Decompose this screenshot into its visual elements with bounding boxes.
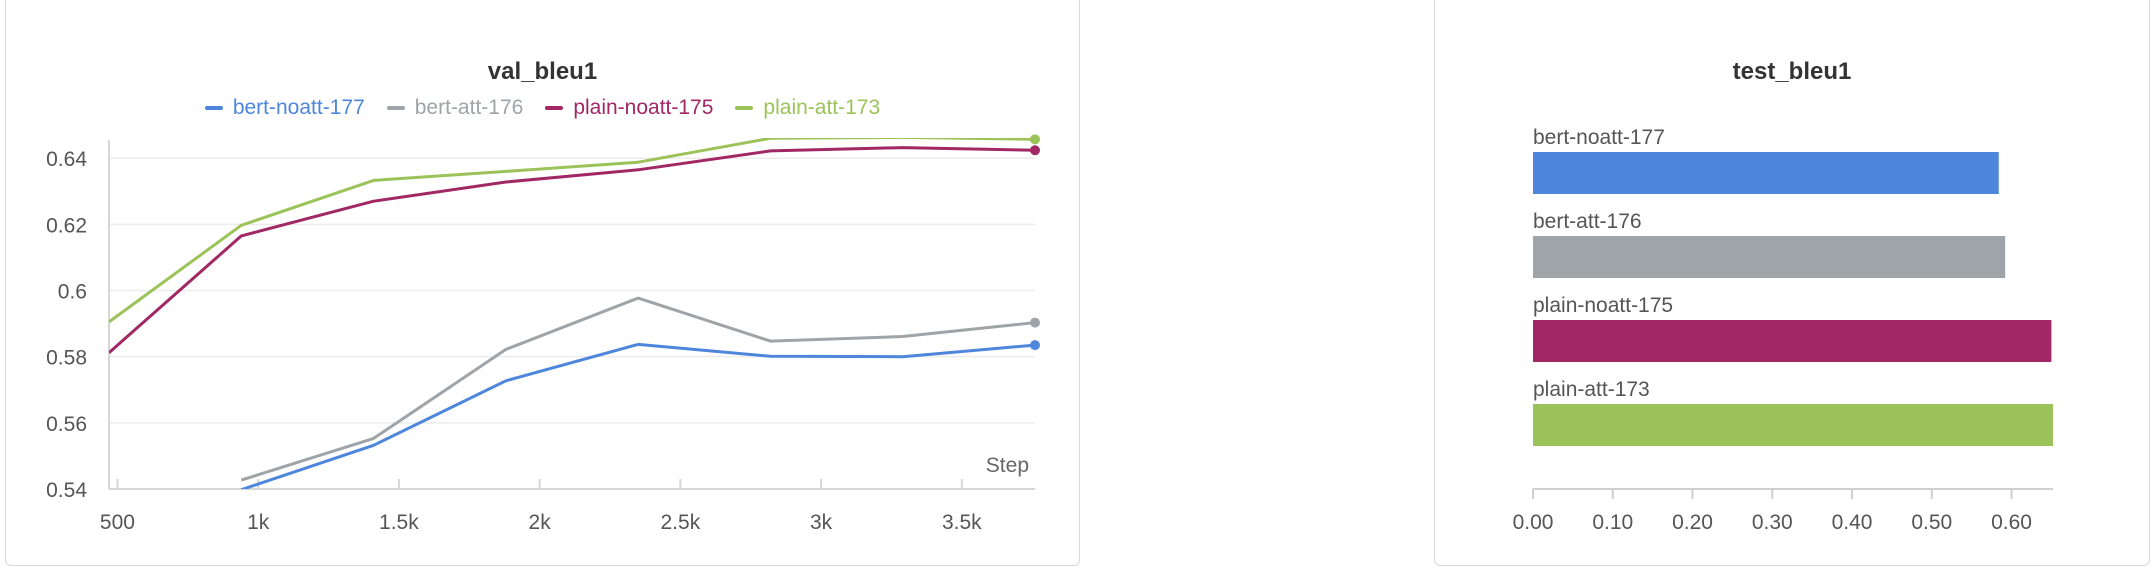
bar-plain-att-173 (1533, 404, 2053, 446)
bar-chart: bert-noatt-177 bert-att-176 plain-noatt-17… (1513, 126, 2053, 534)
x-tick-label: 3.5k (942, 511, 982, 534)
bar-label: bert-noatt-177 (1533, 126, 1665, 149)
x-tick-label: 500 (100, 511, 135, 534)
y-tick-label: 0.58 (46, 347, 87, 370)
bar-bert-noatt-177 (1533, 152, 1999, 194)
series-line-bert-att-176 (240, 296, 1036, 482)
series-endpoint-bert-noatt-177 (1030, 340, 1040, 351)
y-tick-label: 0.64 (46, 148, 87, 171)
series-endpoint-plain-att-173 (1030, 134, 1040, 145)
series-line-plain-att-173 (109, 138, 1036, 324)
bar-label: plain-noatt-175 (1533, 294, 1673, 317)
x-tick-label: 2k (529, 511, 552, 534)
x-tick-label: 0.10 (1592, 511, 1633, 534)
y-tick-label: 0.6 (58, 281, 87, 304)
y-tick-label: 0.54 (46, 479, 87, 502)
val-bleu1-panel: val_bleu1 bert-noatt-177 bert-att-176 pl… (5, 0, 1080, 566)
x-tick-label: 0.30 (1752, 511, 1793, 534)
series-line-plain-noatt-175 (109, 146, 1036, 354)
series-endpoint-plain-noatt-175 (1030, 145, 1040, 156)
test-bleu1-panel: test_bleu1 bert-noatt-177 bert-att-176 pla… (1434, 0, 2150, 566)
x-tick-label: 1.5k (379, 511, 419, 534)
bar-plain-noatt-175 (1533, 320, 2052, 362)
x-tick-label: 2.5k (661, 511, 701, 534)
x-tick-label: 0.50 (1911, 511, 1952, 534)
x-tick-label: 1k (247, 511, 270, 534)
y-tick-label: 0.62 (46, 214, 87, 237)
x-tick-label: 0.00 (1513, 511, 1554, 534)
x-axis-label: Step (986, 454, 1029, 477)
x-tick-label: 0.40 (1832, 511, 1873, 534)
x-tick-label: 0.20 (1672, 511, 1713, 534)
line-chart: 0.54 0.56 0.58 0.6 0.62 0.64 500 1k 1.5k 2k 2.5k 3k… (46, 134, 1040, 534)
x-tick-label: 0.60 (1991, 511, 2032, 534)
y-tick-label: 0.56 (46, 413, 87, 436)
bar-label: plain-att-173 (1533, 378, 1650, 401)
series-endpoint-bert-att-176 (1030, 317, 1040, 328)
series-line-bert-noatt-177 (240, 342, 1036, 489)
x-tick-label: 3k (810, 511, 833, 534)
bar-bert-att-176 (1533, 236, 2006, 278)
bar-label: bert-att-176 (1533, 210, 1642, 233)
